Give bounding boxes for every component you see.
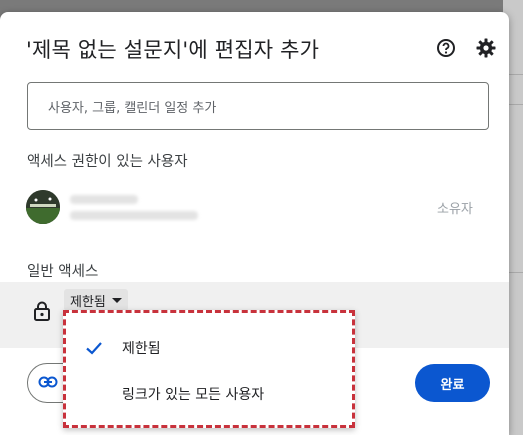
- menu-item-label: 제한됨: [122, 341, 161, 357]
- general-access-value: 제한됨: [70, 294, 106, 310]
- user-email-redacted: [70, 211, 198, 220]
- done-button[interactable]: 완료: [415, 364, 490, 402]
- access-list-header: 액세스 권한이 있는 사용자: [27, 154, 188, 170]
- menu-item-restricted[interactable]: 제한됨: [66, 325, 352, 371]
- general-access-header: 일반 액세스: [27, 264, 99, 280]
- lock-icon: [33, 301, 51, 321]
- gear-icon[interactable]: [473, 35, 499, 61]
- add-people-placeholder: 사용자, 그룹, 캘린더 일정 추가: [48, 100, 217, 116]
- help-icon[interactable]: [433, 35, 459, 61]
- check-icon: [84, 338, 104, 358]
- chevron-down-icon: [111, 297, 122, 303]
- general-access-menu: 제한됨 링크가 있는 모든 사용자: [63, 310, 355, 428]
- general-access-dropdown[interactable]: 제한됨: [64, 289, 128, 311]
- add-people-input[interactable]: 사용자, 그룹, 캘린더 일정 추가: [27, 82, 489, 130]
- menu-item-label: 링크가 있는 모든 사용자: [122, 387, 265, 403]
- link-icon: [38, 374, 58, 393]
- menu-item-anyone-with-link[interactable]: 링크가 있는 모든 사용자: [66, 371, 352, 417]
- owner-role-label: 소유자: [437, 202, 473, 217]
- user-name-redacted: [70, 195, 138, 204]
- avatar: [26, 190, 60, 224]
- dialog-title: '제목 없는 설문지'에 편집자 추가: [26, 38, 320, 62]
